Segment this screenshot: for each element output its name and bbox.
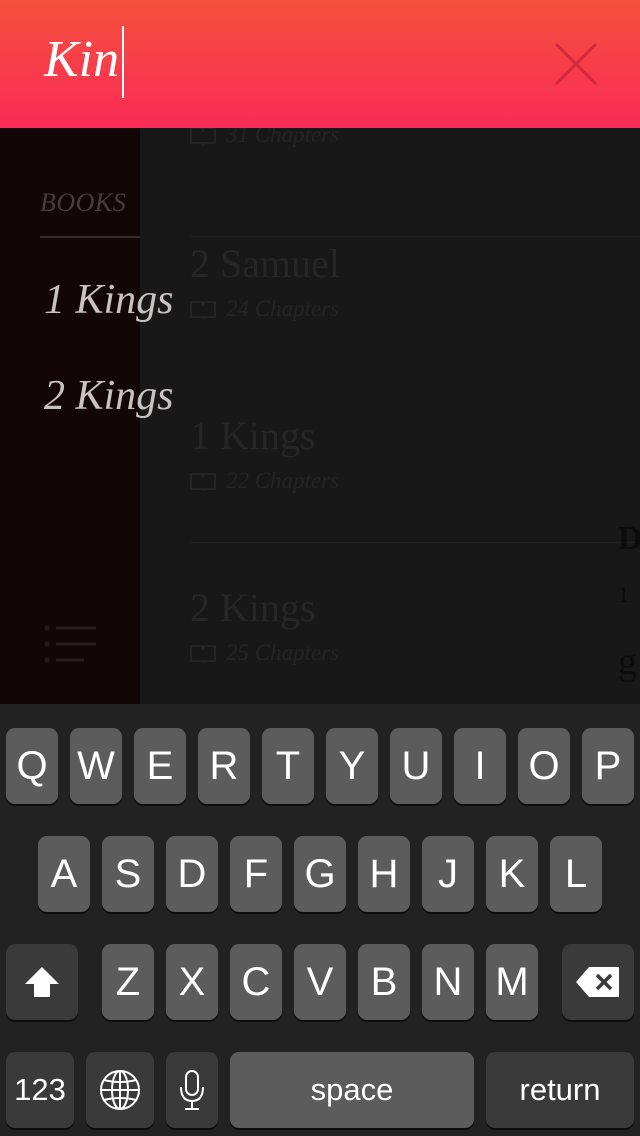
menu-list-icon[interactable] (44, 624, 98, 668)
key-n[interactable]: N (422, 944, 474, 1020)
divider (190, 542, 640, 543)
globe-key[interactable] (86, 1052, 154, 1128)
reader-preview-text: 1 (618, 582, 629, 607)
book-title: 2 Samuel (190, 241, 340, 286)
chapter-count: 22 Chapters (190, 468, 339, 494)
space-key[interactable]: space (230, 1052, 474, 1128)
reader-preview-text: D (618, 520, 640, 557)
numbers-key[interactable]: 123 (6, 1052, 74, 1128)
key-x[interactable]: X (166, 944, 218, 1020)
key-l[interactable]: L (550, 836, 602, 912)
keyboard: Q W E R T Y U I O P A S D F G H J K L Z … (0, 704, 640, 1136)
section-divider (40, 236, 140, 238)
result-1-kings[interactable]: 1 Kings (44, 276, 174, 324)
close-icon[interactable] (552, 40, 600, 88)
key-m[interactable]: M (486, 944, 538, 1020)
key-q[interactable]: Q (6, 728, 58, 804)
chapter-count: 25 Chapters (190, 640, 339, 666)
key-g[interactable]: G (294, 836, 346, 912)
book-title: 1 Kings (190, 413, 316, 458)
key-k[interactable]: K (486, 836, 538, 912)
key-e[interactable]: E (134, 728, 186, 804)
book-icon (190, 127, 216, 145)
shift-key[interactable] (6, 944, 78, 1020)
chapter-count: 24 Chapters (190, 296, 339, 322)
books-section-header: BOOKS (40, 188, 127, 217)
search-results-panel: BOOKS 1 Kings 2 Kings (0, 128, 174, 704)
key-j[interactable]: J (422, 836, 474, 912)
text-cursor (122, 26, 124, 98)
shift-icon (25, 967, 59, 997)
book-icon (190, 645, 216, 663)
key-w[interactable]: W (70, 728, 122, 804)
search-input[interactable]: Kin (44, 30, 119, 89)
key-i[interactable]: I (454, 728, 506, 804)
key-u[interactable]: U (390, 728, 442, 804)
key-o[interactable]: O (518, 728, 570, 804)
return-key[interactable]: return (486, 1052, 634, 1128)
book-icon (190, 473, 216, 491)
book-title: 2 Kings (190, 585, 316, 630)
key-t[interactable]: T (262, 728, 314, 804)
key-f[interactable]: F (230, 836, 282, 912)
key-y[interactable]: Y (326, 728, 378, 804)
key-a[interactable]: A (38, 836, 90, 912)
dictation-key[interactable] (166, 1052, 218, 1128)
key-z[interactable]: Z (102, 944, 154, 1020)
key-b[interactable]: B (358, 944, 410, 1020)
key-r[interactable]: R (198, 728, 250, 804)
search-bar[interactable]: Kin (0, 0, 640, 128)
globe-icon (100, 1070, 140, 1110)
divider (190, 236, 640, 237)
book-icon (190, 301, 216, 319)
result-2-kings[interactable]: 2 Kings (44, 372, 174, 420)
key-p[interactable]: P (582, 728, 634, 804)
key-h[interactable]: H (358, 836, 410, 912)
backspace-icon (576, 967, 619, 997)
reader-preview-text: g (618, 641, 637, 683)
backspace-key[interactable] (562, 944, 634, 1020)
key-d[interactable]: D (166, 836, 218, 912)
key-v[interactable]: V (294, 944, 346, 1020)
microphone-icon (180, 1070, 204, 1110)
key-c[interactable]: C (230, 944, 282, 1020)
key-s[interactable]: S (102, 836, 154, 912)
